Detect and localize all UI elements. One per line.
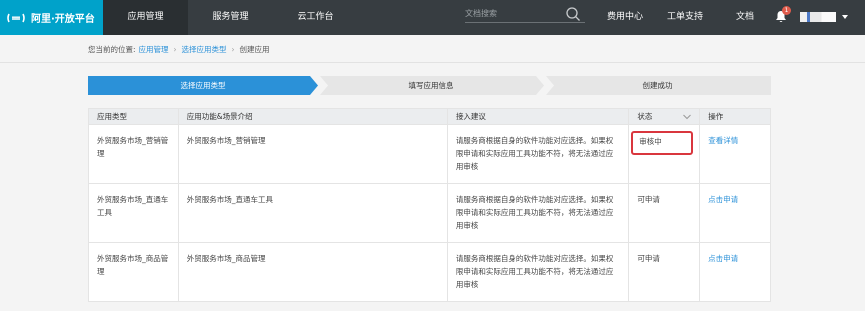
cell-advice: 请服务商根据自身的软件功能对应选择。如果权限申请和实际应用工具功能不符，将无法通… bbox=[448, 125, 630, 183]
breadcrumb: 您当前的位置: 应用管理 › 选择应用类型 › 创建应用 bbox=[88, 44, 270, 55]
status-highlight: 审核中 bbox=[631, 131, 694, 155]
cell-action: 点击申请 bbox=[700, 184, 770, 242]
nav-docs[interactable]: 文档 bbox=[736, 0, 754, 35]
header-advice: 接入建议 bbox=[448, 109, 630, 125]
brand-name: 阿里·开放平台 bbox=[31, 14, 95, 25]
doc-search bbox=[465, 5, 585, 23]
header-status-label: 状态 bbox=[637, 112, 653, 121]
cell-intro: 外贸服务市场_直通车工具 bbox=[179, 184, 448, 242]
header-status[interactable]: 状态 bbox=[629, 109, 701, 125]
breadcrumb-create-app: 创建应用 bbox=[239, 45, 270, 54]
cell-advice: 请服务商根据自身的软件功能对应选择。如果权限申请和实际应用工具功能不符，将无法通… bbox=[448, 243, 630, 301]
step-progress: 选择应用类型 填写应用信息 创建成功 bbox=[88, 76, 771, 95]
notification-badge: 1 bbox=[782, 6, 791, 15]
user-avatar[interactable] bbox=[800, 12, 836, 22]
table-row: 外贸服务市场_直通车工具 外贸服务市场_直通车工具 请服务商根据自身的软件功能对… bbox=[89, 184, 770, 243]
cell-action: 点击申请 bbox=[700, 243, 770, 301]
caret-down-icon[interactable] bbox=[842, 15, 848, 19]
nav-cloud-workbench[interactable]: 云工作台 bbox=[273, 0, 358, 35]
nav-ticket-support[interactable]: 工单支持 bbox=[667, 0, 703, 35]
table-header: 应用类型 应用功能&场景介绍 接入建议 状态 操作 bbox=[89, 109, 770, 125]
breadcrumb-choose-type[interactable]: 选择应用类型 bbox=[182, 44, 227, 55]
view-details-link[interactable]: 查看详情 bbox=[708, 136, 738, 145]
brand[interactable]: 阿里·开放平台 bbox=[0, 0, 103, 35]
nav-app-management[interactable]: 应用管理 bbox=[103, 0, 188, 35]
cell-app-type: 外贸服务市场_商品管理 bbox=[89, 243, 179, 301]
chevron-down-icon[interactable] bbox=[683, 114, 692, 120]
breadcrumb-prefix: 您当前的位置: bbox=[88, 45, 136, 54]
app-type-table: 应用类型 应用功能&场景介绍 接入建议 状态 操作 外贸服务市场_营销管理 外贸… bbox=[88, 108, 771, 302]
header-app-type: 应用类型 bbox=[89, 109, 179, 125]
cell-status: 审核中 bbox=[629, 125, 701, 183]
cell-app-type: 外贸服务市场_营销管理 bbox=[89, 125, 179, 183]
step-success: 创建成功 bbox=[642, 81, 673, 90]
doc-search-input[interactable] bbox=[465, 9, 561, 18]
cell-intro: 外贸服务市场_营销管理 bbox=[179, 125, 448, 183]
cell-status: 可申请 bbox=[629, 243, 701, 301]
header-intro: 应用功能&场景介绍 bbox=[179, 109, 448, 125]
breadcrumb-separator-icon: › bbox=[173, 45, 177, 54]
nav-service-management[interactable]: 服务管理 bbox=[188, 0, 273, 35]
cell-intro: 外贸服务市场_商品管理 bbox=[179, 243, 448, 301]
cell-app-type: 外贸服务市场_直通车工具 bbox=[89, 184, 179, 242]
divider bbox=[0, 62, 865, 63]
header-action: 操作 bbox=[708, 112, 724, 121]
step-fill-info: 填写应用信息 bbox=[408, 81, 454, 90]
cell-action: 查看详情 bbox=[700, 125, 770, 183]
breadcrumb-separator-icon: › bbox=[231, 45, 235, 54]
aliyun-logo-icon bbox=[7, 13, 25, 22]
nav-billing-center[interactable]: 费用中心 bbox=[607, 0, 643, 35]
breadcrumb-app-management[interactable]: 应用管理 bbox=[139, 44, 169, 55]
cell-advice: 请服务商根据自身的软件功能对应选择。如果权限申请和实际应用工具功能不符，将无法通… bbox=[448, 184, 630, 242]
step-choose-type: 选择应用类型 bbox=[180, 81, 226, 90]
table-row: 外贸服务市场_商品管理 外贸服务市场_商品管理 请服务商根据自身的软件功能对应选… bbox=[89, 243, 770, 301]
search-icon[interactable] bbox=[565, 6, 581, 22]
cell-status: 可申请 bbox=[629, 184, 701, 242]
apply-link[interactable]: 点击申请 bbox=[708, 254, 738, 263]
table-row: 外贸服务市场_营销管理 外贸服务市场_营销管理 请服务商根据自身的软件功能对应选… bbox=[89, 125, 770, 184]
apply-link[interactable]: 点击申请 bbox=[708, 195, 738, 204]
